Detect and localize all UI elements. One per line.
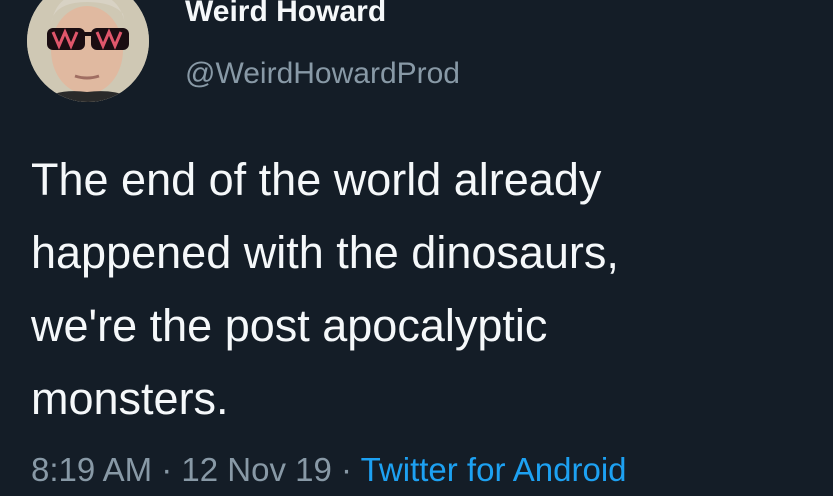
tweet-text-line: The end of the world already [31,154,602,205]
tweet-text: The end of the world already happened wi… [31,143,821,435]
tweet-text-line: we're the post apocalyptic [31,300,548,351]
user-handle[interactable]: @WeirdHowardProd [185,54,460,94]
tweet-time[interactable]: 8:19 AM [31,451,152,488]
tweet-source-link[interactable]: Twitter for Android [361,451,627,488]
avatar-photo-icon [27,0,149,102]
user-avatar[interactable] [27,0,149,102]
meta-separator: · [331,451,361,488]
meta-separator: · [152,451,182,488]
tweet-date[interactable]: 12 Nov 19 [181,451,331,488]
tweet-metadata: 8:19 AM · 12 Nov 19 · Twitter for Androi… [31,448,627,492]
tweet-text-line: monsters. [31,373,229,424]
display-name[interactable]: Weird Howard [185,0,386,32]
tweet-text-line: happened with the dinosaurs, [31,227,619,278]
tweet-card: Weird Howard @WeirdHowardProd The end of… [0,0,833,496]
